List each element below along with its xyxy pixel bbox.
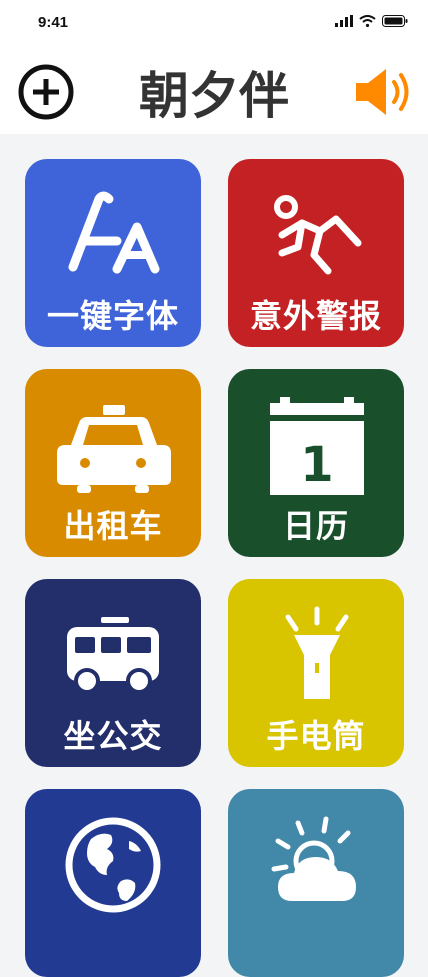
tile-label: 坐公交	[63, 717, 163, 755]
feature-grid: 一键字体 意外警报 出租车 1 日历 坐公交 手电筒	[0, 134, 428, 977]
battery-icon	[382, 15, 408, 27]
weather-icon	[271, 816, 356, 901]
tile-label: 日历	[282, 507, 349, 545]
status-icons	[335, 15, 408, 27]
status-time: 9:41	[38, 14, 69, 31]
status-bar: 9:41	[0, 0, 428, 48]
tile-label: 手电筒	[266, 717, 366, 755]
signal-icon	[335, 15, 353, 27]
tile-label: 一键字体	[46, 297, 179, 335]
tile-globe[interactable]	[25, 789, 201, 977]
tile-calendar[interactable]: 1 日历	[228, 369, 404, 557]
tile-label: 出租车	[63, 507, 163, 545]
tile-label: 意外警报	[249, 297, 382, 335]
calendar-day: 1	[300, 437, 333, 493]
tile-font-size[interactable]: 一键字体	[25, 159, 201, 347]
globe-icon	[65, 817, 161, 913]
tile-flashlight[interactable]: 手电筒	[228, 579, 404, 767]
tile-weather[interactable]	[228, 789, 404, 977]
wifi-icon	[359, 15, 376, 27]
tile-bus[interactable]: 坐公交	[25, 579, 201, 767]
tile-fall-alert[interactable]: 意外警报	[228, 159, 404, 347]
app-header: 朝夕伴	[0, 48, 428, 134]
tile-taxi[interactable]: 出租车	[25, 369, 201, 557]
speaker-icon[interactable]	[354, 66, 414, 118]
